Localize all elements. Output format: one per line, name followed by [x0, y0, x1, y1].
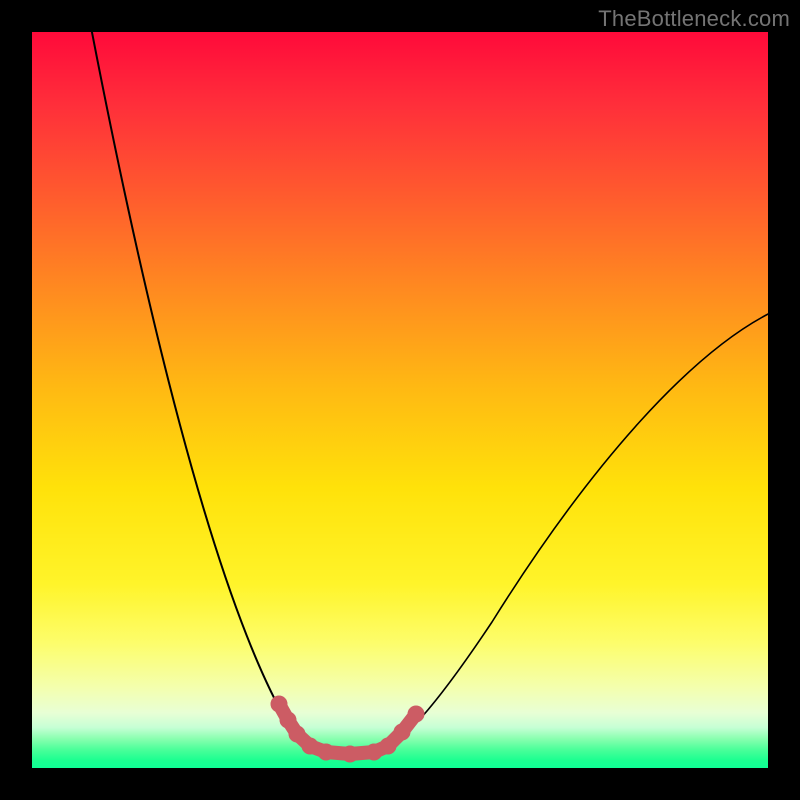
overlay-dot [408, 706, 424, 722]
overlay-dot [271, 696, 287, 712]
watermark-text: TheBottleneck.com [598, 6, 790, 32]
overlay-dot [280, 712, 296, 728]
curve-layer [32, 32, 768, 768]
overlay-dot [318, 744, 334, 760]
plot-area [32, 32, 768, 768]
overlay-dot [380, 738, 396, 754]
overlay-dot [394, 724, 410, 740]
left-curve [90, 32, 312, 750]
right-curve [382, 312, 768, 750]
overlay-dot [302, 738, 318, 754]
bottom-overlay [271, 696, 424, 762]
overlay-dot [289, 726, 305, 742]
overlay-dot [342, 746, 358, 762]
chart-frame: TheBottleneck.com [0, 0, 800, 800]
